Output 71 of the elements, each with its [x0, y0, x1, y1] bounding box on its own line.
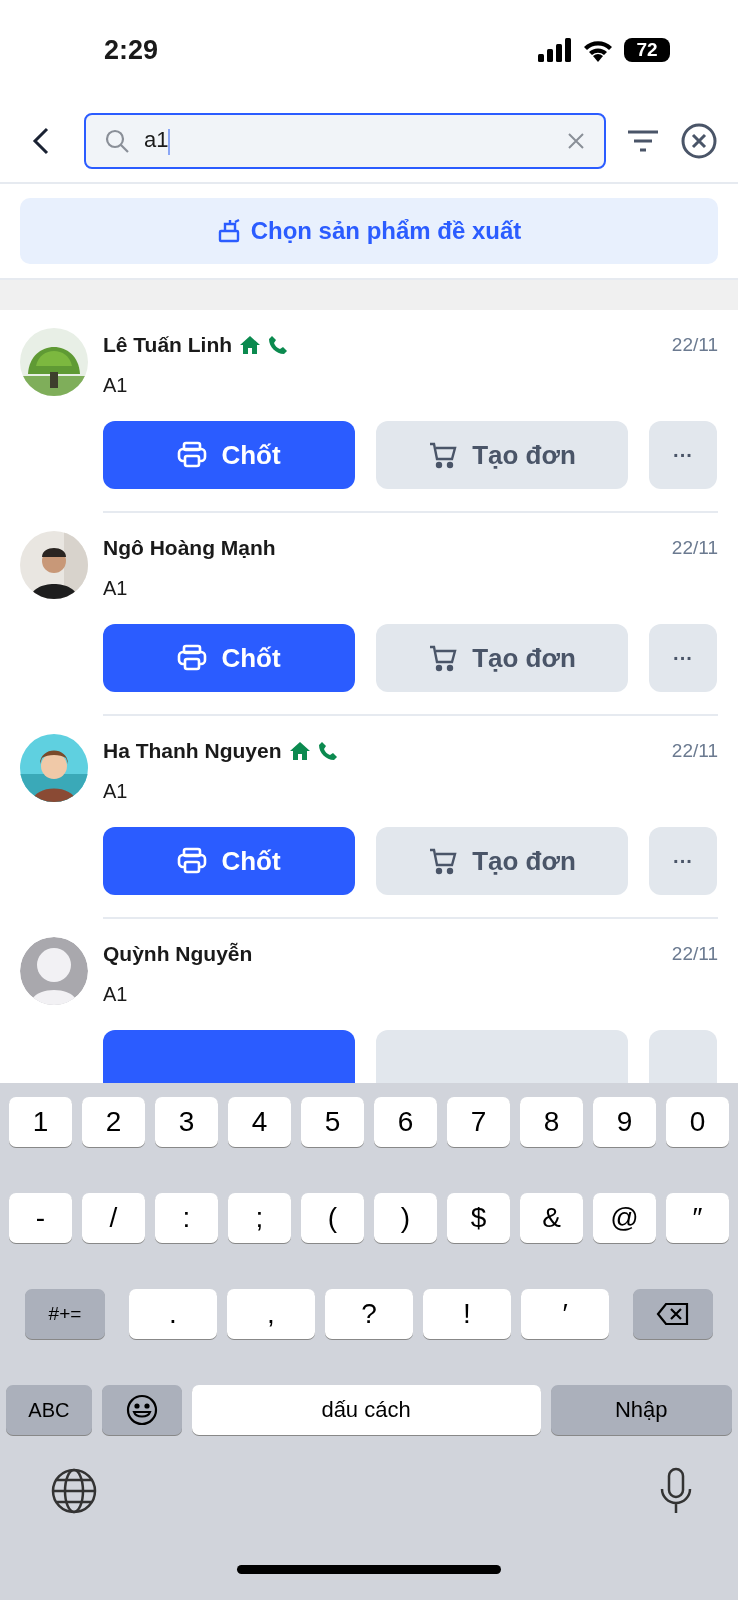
- create-order-button[interactable]: Tạo đơn: [376, 827, 628, 895]
- printer-icon: [177, 847, 208, 875]
- emoji-key[interactable]: [101, 1385, 182, 1435]
- message-preview: A1: [103, 374, 129, 397]
- keyboard-key[interactable]: !: [423, 1289, 511, 1339]
- keyboard-key[interactable]: 8: [520, 1097, 583, 1147]
- message-preview: A1: [103, 983, 129, 1006]
- keyboard-key[interactable]: :: [155, 1193, 218, 1243]
- clear-icon[interactable]: [566, 131, 586, 151]
- more-button[interactable]: ···: [649, 827, 717, 895]
- more-button[interactable]: ···: [649, 624, 717, 692]
- keyboard-key[interactable]: ′: [521, 1289, 609, 1339]
- keyboard-key[interactable]: (: [301, 1193, 364, 1243]
- keyboard-key[interactable]: 7: [447, 1097, 510, 1147]
- keyboard-key[interactable]: 5: [301, 1097, 364, 1147]
- message-date: 22/11: [671, 943, 718, 965]
- space-key[interactable]: dấu cách: [191, 1385, 541, 1435]
- close-deal-button[interactable]: Chốt: [103, 827, 355, 895]
- keyboard-key[interactable]: $: [447, 1193, 510, 1243]
- close-deal-button[interactable]: Chốt: [103, 421, 355, 489]
- message-preview: A1: [103, 780, 129, 803]
- create-order-button[interactable]: Tạo đơn: [376, 624, 628, 692]
- customer-name: Ngô Hoàng Mạnh: [103, 536, 276, 560]
- message-date: 22/11: [671, 537, 718, 559]
- printer-icon: [177, 644, 208, 672]
- keyboard-key[interactable]: #+=: [25, 1289, 105, 1339]
- smiley-icon: [124, 1393, 159, 1427]
- backspace-icon: [656, 1302, 690, 1326]
- enter-key[interactable]: Nhập: [550, 1385, 732, 1435]
- customer-name: Lê Tuấn Linh: [103, 333, 233, 357]
- printer-icon: [177, 441, 208, 469]
- signal-icon: [538, 38, 572, 62]
- keyboard-key[interactable]: ): [374, 1193, 437, 1243]
- more-button[interactable]: ···: [649, 421, 717, 489]
- message-date: 22/11: [671, 740, 718, 762]
- keyboard-key[interactable]: 2: [82, 1097, 145, 1147]
- keyboard-key[interactable]: ?: [325, 1289, 413, 1339]
- message-date: 22/11: [671, 334, 718, 356]
- cart-icon: [428, 846, 459, 876]
- close-deal-button[interactable]: Chốt: [103, 624, 355, 692]
- customer-name: Quỳnh Nguyễn: [103, 942, 253, 966]
- avatar-placeholder-icon: [20, 937, 88, 1005]
- status-time: 2:29: [104, 34, 159, 66]
- keyboard-key[interactable]: 4: [228, 1097, 291, 1147]
- customer-name: Ha Thanh Nguyen: [103, 739, 282, 763]
- keyboard-key[interactable]: /: [82, 1193, 145, 1243]
- backspace-key[interactable]: [633, 1289, 713, 1339]
- globe-icon[interactable]: [50, 1467, 98, 1515]
- search-icon: [104, 128, 130, 154]
- keyboard-key[interactable]: 9: [593, 1097, 656, 1147]
- cart-icon: [428, 643, 459, 673]
- keyboard-key[interactable]: ,: [227, 1289, 315, 1339]
- keyboard-key[interactable]: 0: [666, 1097, 729, 1147]
- keyboard-key[interactable]: 3: [155, 1097, 218, 1147]
- keyboard-key[interactable]: 6: [374, 1097, 437, 1147]
- keyboard-key[interactable]: -: [9, 1193, 72, 1243]
- battery-level: 72: [624, 38, 670, 62]
- keyboard-key[interactable]: &: [520, 1193, 583, 1243]
- keyboard-key[interactable]: ″: [666, 1193, 729, 1243]
- keyboard-key[interactable]: @: [593, 1193, 656, 1243]
- cart-icon: [428, 440, 459, 470]
- create-order-button[interactable]: Tạo đơn: [376, 421, 628, 489]
- suggest-products-button[interactable]: Chọn sản phẩm đề xuất: [20, 198, 718, 264]
- keyboard-key[interactable]: .: [129, 1289, 217, 1339]
- keyboard-key[interactable]: ABC: [6, 1385, 92, 1435]
- keyboard-key[interactable]: 1: [9, 1097, 72, 1147]
- wifi-icon: [582, 38, 614, 62]
- keyboard-key[interactable]: ;: [228, 1193, 291, 1243]
- close-icon[interactable]: [680, 122, 718, 160]
- message-preview: A1: [103, 577, 129, 600]
- search-field[interactable]: a1: [84, 113, 606, 169]
